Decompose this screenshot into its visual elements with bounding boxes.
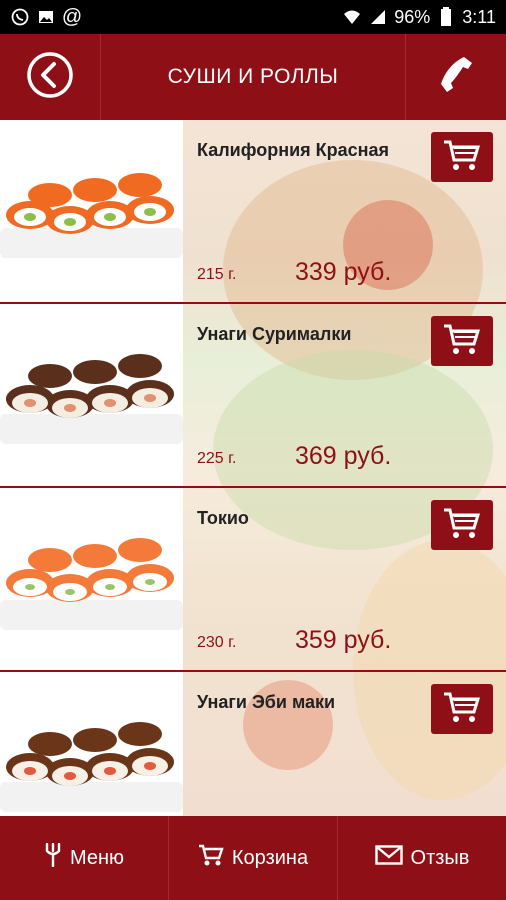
- cart-icon: [442, 322, 482, 361]
- product-name: Токио: [197, 508, 249, 528]
- product-price: 359 руб.: [295, 626, 392, 654]
- envelope-icon: [374, 845, 403, 871]
- nav-tab-feedback[interactable]: Отзыв: [338, 816, 506, 900]
- product-name: Калифорния Красная: [197, 140, 390, 160]
- cart-icon: [442, 138, 482, 177]
- wifi-icon: [342, 7, 362, 27]
- product-name: Унаги Эби маки: [197, 692, 336, 712]
- product-image[interactable]: [0, 488, 183, 670]
- battery-icon: [436, 7, 456, 27]
- product-weight: 225 г.: [197, 450, 237, 467]
- nav-tab-menu[interactable]: Меню: [0, 816, 169, 900]
- cart-icon: [442, 690, 482, 729]
- clock: 3:11: [462, 6, 496, 27]
- product-weight: 230 г.: [197, 634, 237, 651]
- product-image[interactable]: [0, 304, 183, 486]
- product-price: 369 руб.: [295, 442, 392, 470]
- whatsapp-icon: [10, 7, 30, 27]
- product-card[interactable]: Калифорния Красная 215 г. 339 руб.: [0, 120, 506, 304]
- image-icon: [36, 7, 56, 27]
- product-price: 339 руб.: [295, 258, 392, 286]
- phone-icon: [434, 53, 478, 102]
- back-icon: [26, 51, 74, 104]
- add-to-cart-button[interactable]: [431, 500, 493, 550]
- add-to-cart-button[interactable]: [431, 316, 493, 366]
- battery-percent: 96%: [394, 6, 431, 27]
- bottom-nav: Меню Корзина Отзыв: [0, 816, 506, 900]
- nav-tab-label: Отзыв: [410, 846, 470, 869]
- product-card[interactable]: Токио 230 г. 359 руб.: [0, 488, 506, 672]
- add-to-cart-button[interactable]: [431, 684, 493, 734]
- cart-icon: [198, 843, 224, 873]
- app-header: СУШИ И РОЛЛЫ: [0, 34, 506, 120]
- call-button[interactable]: [405, 34, 506, 120]
- nav-tab-label: Корзина: [231, 846, 309, 869]
- product-list[interactable]: Калифорния Красная 215 г. 339 руб. Унаги: [0, 120, 506, 816]
- fork-icon: [44, 842, 62, 873]
- product-image[interactable]: [0, 672, 183, 816]
- back-button[interactable]: [0, 34, 101, 120]
- status-bar: @ 96% 3:11: [0, 0, 506, 34]
- signal-icon: [368, 7, 388, 27]
- product-card[interactable]: Унаги Эби маки: [0, 672, 506, 816]
- nav-tab-label: Меню: [69, 846, 125, 869]
- cart-icon: [442, 506, 482, 545]
- product-card[interactable]: Унаги Сурималки 225 г. 369 руб.: [0, 304, 506, 488]
- product-name: Унаги Сурималки: [197, 324, 352, 344]
- at-icon: @: [61, 5, 83, 28]
- nav-tab-cart[interactable]: Корзина: [169, 816, 338, 900]
- product-image[interactable]: [0, 120, 183, 302]
- page-title: СУШИ И РОЛЛЫ: [167, 65, 339, 88]
- product-weight: 215 г.: [197, 266, 237, 283]
- add-to-cart-button[interactable]: [431, 132, 493, 182]
